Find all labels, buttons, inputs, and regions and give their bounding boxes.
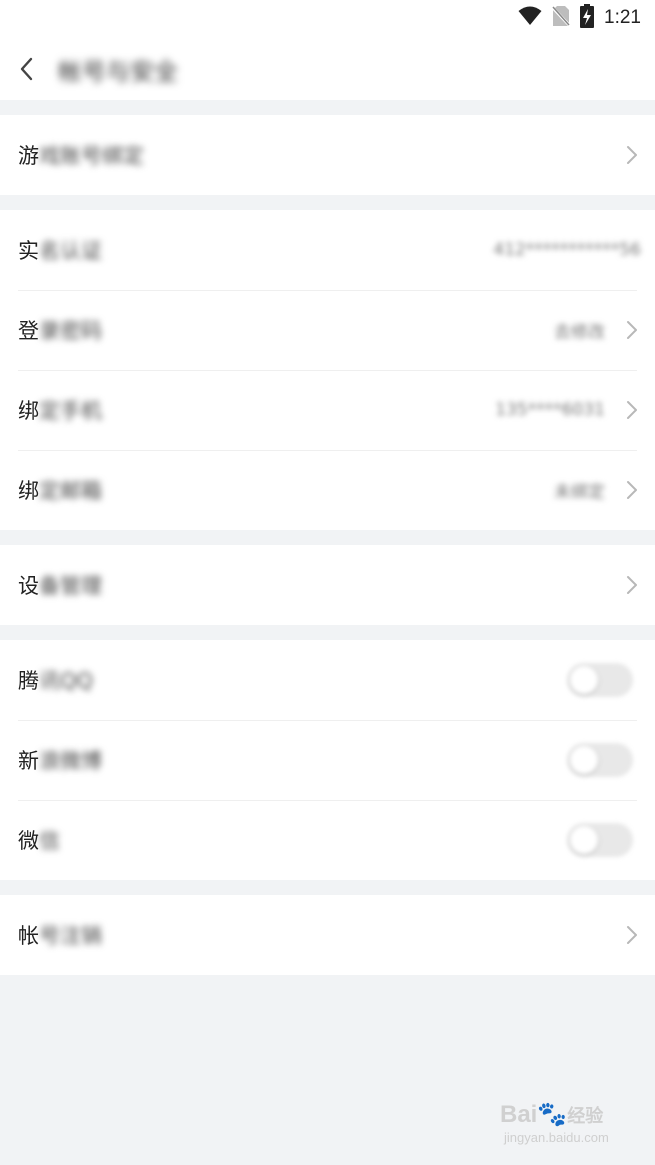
row-account-deletion[interactable]: 帐号注销 [0, 895, 655, 975]
row-label: 微信 [18, 829, 60, 853]
page-title: 帐号与安全 [58, 58, 178, 86]
wechat-toggle[interactable] [567, 823, 633, 857]
toggle-knob [570, 746, 598, 774]
row-real-name: 实名认证 412***********56 [0, 210, 655, 290]
chevron-right-icon [627, 146, 637, 164]
toggle-knob [570, 666, 598, 694]
row-label: 游戏账号绑定 [18, 144, 144, 168]
paw-icon: 🐾 [537, 1101, 568, 1128]
row-label: 腾讯QQ [18, 669, 94, 693]
row-label: 实名认证 [18, 239, 102, 263]
row-label: 设备管理 [18, 574, 102, 598]
section-account-deletion: 帐号注销 [0, 895, 655, 975]
chevron-right-icon [627, 321, 637, 339]
chevron-left-icon [20, 57, 33, 81]
row-game-account-binding[interactable]: 游戏账号绑定 [0, 115, 655, 195]
watermark-brand: Bai🐾经验 [500, 1101, 604, 1128]
email-status: 未绑定 [554, 482, 605, 503]
row-device-management[interactable]: 设备管理 [0, 545, 655, 625]
section-game-account: 游戏账号绑定 [0, 115, 655, 195]
wifi-icon [518, 6, 542, 30]
section-third-party: 腾讯QQ 新浪微博 微信 [0, 640, 655, 880]
watermark-url: jingyan.baidu.com [504, 1130, 609, 1145]
baidu-watermark: Bai🐾经验 jingyan.baidu.com [500, 1100, 640, 1152]
chevron-right-icon [627, 576, 637, 594]
nav-header: 帐号与安全 [0, 36, 655, 100]
status-bar: 1:21 [0, 0, 655, 36]
row-label: 绑定手机 [18, 399, 102, 423]
row-weibo: 新浪微博 [0, 720, 655, 800]
row-bind-email[interactable]: 绑定邮箱 未绑定 [0, 450, 655, 530]
password-status: 去修改 [554, 322, 605, 343]
row-bind-phone[interactable]: 绑定手机 135****6031 [0, 370, 655, 450]
section-security: 实名认证 412***********56 登录密码 去修改 绑定手机 135*… [0, 210, 655, 530]
status-icons: 1:21 [518, 4, 641, 32]
no-sim-icon [550, 5, 572, 31]
clock: 1:21 [604, 7, 641, 28]
chevron-right-icon [627, 481, 637, 499]
phone-value: 135****6031 [495, 400, 605, 420]
row-wechat: 微信 [0, 800, 655, 880]
row-label: 新浪微博 [18, 749, 102, 773]
id-number-value: 412***********56 [493, 240, 641, 260]
battery-charging-icon [580, 4, 595, 32]
row-label: 帐号注销 [18, 924, 102, 948]
chevron-right-icon [627, 926, 637, 944]
chevron-right-icon [627, 401, 637, 419]
toggle-knob [570, 826, 598, 854]
row-qq: 腾讯QQ [0, 640, 655, 720]
row-label: 绑定邮箱 [18, 479, 102, 503]
back-button[interactable] [14, 54, 40, 84]
row-label: 登录密码 [18, 319, 102, 343]
section-devices: 设备管理 [0, 545, 655, 625]
row-login-password[interactable]: 登录密码 去修改 [0, 290, 655, 370]
weibo-toggle[interactable] [567, 743, 633, 777]
qq-toggle[interactable] [567, 663, 633, 697]
